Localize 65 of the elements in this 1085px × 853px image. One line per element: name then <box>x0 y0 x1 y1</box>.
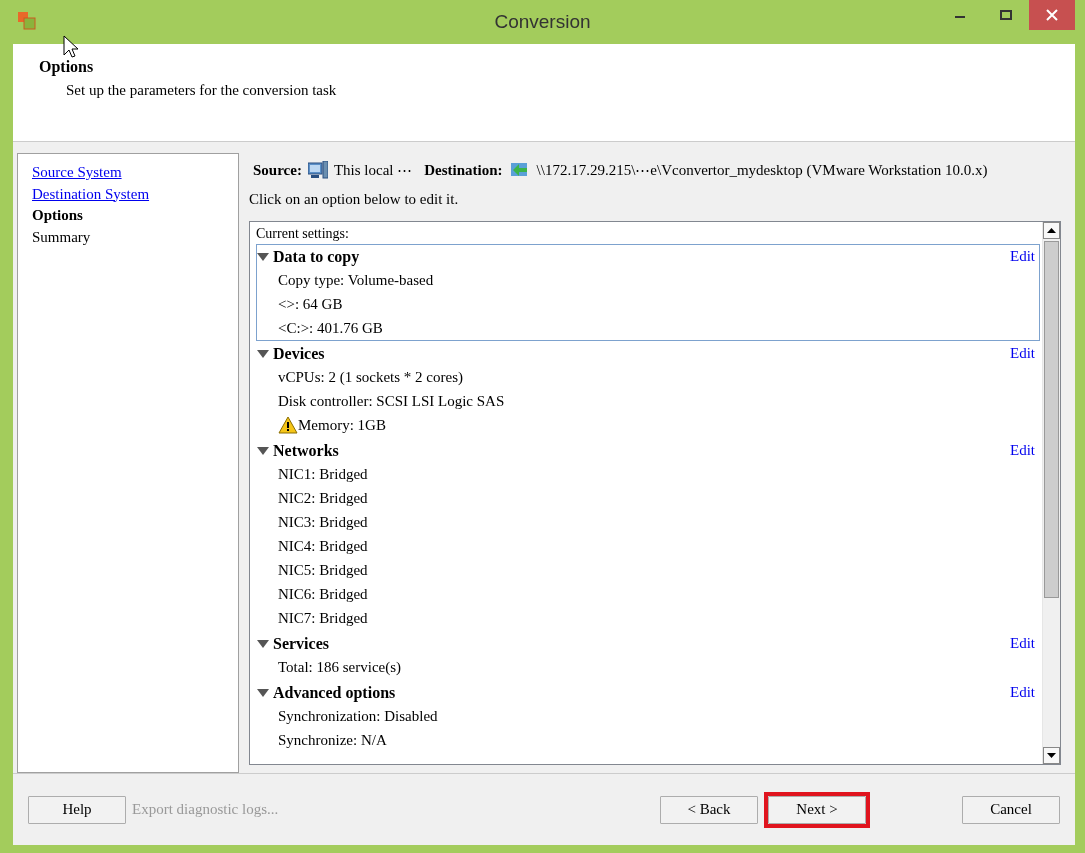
next-button[interactable]: Next > <box>768 795 866 824</box>
setting-value: Synchronization: Disabled <box>278 707 438 725</box>
setting-value: Disk controller: SCSI LSI Logic SAS <box>278 392 505 410</box>
setting-value: Memory: 1GB <box>298 416 386 434</box>
help-button[interactable]: Help <box>28 795 126 824</box>
section-title: Advanced options <box>273 683 396 702</box>
close-icon <box>1046 9 1058 21</box>
scroll-up-button[interactable] <box>1043 222 1060 239</box>
setting-value: NIC3: Bridged <box>278 513 368 531</box>
setting-value: NIC2: Bridged <box>278 489 368 507</box>
scroll-down-button[interactable] <box>1043 747 1060 764</box>
hint-text: Click on an option below to edit it. <box>249 191 460 208</box>
destination-label: Destination: <box>424 161 503 179</box>
nav-step[interactable]: Summary <box>32 226 91 248</box>
settings-section[interactable]: Devices Edit vCPUs: 2 (1 sockets * 2 cores) Disk controller: SCSI LSI Logic SAS Memory: 1GB <box>256 341 1040 438</box>
settings-section[interactable]: Networks Edit NIC1: Bridged NIC2: Bridged NIC3: Bridged NIC4: Bridged NIC5: Bridged NIC6: Bridged NIC7: Bridged <box>256 438 1040 631</box>
edit-link[interactable]: Edit <box>1010 345 1035 362</box>
expand-triangle-icon[interactable] <box>257 446 269 455</box>
setting-value: NIC6: Bridged <box>278 585 368 603</box>
setting-value: <C:>: 401.76 GB <box>278 319 383 337</box>
nav-step[interactable]: Source System <box>32 162 122 184</box>
cancel-button[interactable]: Cancel <box>962 795 1060 824</box>
app-icon <box>18 12 36 30</box>
destination-value: \\172.17.29.215\⋯e\Vconvertor_mydesktop (VMware Workstation 10.0.x) <box>536 161 988 179</box>
source-label: Source: <box>253 161 302 179</box>
edit-link[interactable]: Edit <box>1010 442 1035 459</box>
setting-value: NIC4: Bridged <box>278 537 368 555</box>
page-subtitle: Set up the parameters for the conversion task <box>66 82 338 99</box>
list-caption: Current settings: <box>256 225 350 243</box>
up-arrow-icon <box>1047 228 1056 233</box>
settings-section[interactable]: Services Edit Total: 186 service(s) <box>256 631 1040 680</box>
edit-link[interactable]: Edit <box>1010 684 1035 701</box>
settings-section[interactable]: Advanced options Edit Synchronization: Disabled Synchronize: N/A <box>256 680 1040 753</box>
source-value: This local ⋯ <box>333 161 413 179</box>
page-title: Options <box>39 58 95 76</box>
section-title: Services <box>273 634 329 653</box>
nav-step[interactable]: Destination System <box>32 183 150 205</box>
down-arrow-icon <box>1047 753 1056 758</box>
setting-value: Copy type: Volume-based <box>278 271 434 289</box>
expand-triangle-icon[interactable] <box>257 688 269 697</box>
nav-step[interactable]: Options <box>32 205 83 227</box>
edit-link[interactable]: Edit <box>1010 248 1035 265</box>
expand-triangle-icon[interactable] <box>257 252 269 261</box>
setting-value: NIC7: Bridged <box>278 609 368 627</box>
warning-icon <box>278 416 298 434</box>
maximize-icon <box>1000 10 1012 20</box>
setting-value: <>: 64 GB <box>278 295 343 313</box>
settings-section[interactable]: Data to copy Edit Copy type: Volume-based <>: 64 GB <C:>: 401.76 GB <box>256 244 1040 341</box>
expand-triangle-icon[interactable] <box>257 639 269 648</box>
scrollbar[interactable] <box>1042 222 1060 764</box>
expand-triangle-icon[interactable] <box>257 349 269 358</box>
scroll-thumb[interactable] <box>1044 241 1059 598</box>
setting-value: Total: 186 service(s) <box>278 658 402 676</box>
setting-value: NIC1: Bridged <box>278 465 368 483</box>
close-button[interactable] <box>1029 0 1075 30</box>
setting-value: NIC5: Bridged <box>278 561 368 579</box>
section-title: Devices <box>273 344 325 363</box>
monitor-icon <box>307 161 328 179</box>
section-title: Networks <box>273 441 339 460</box>
setting-value: Synchronize: N/A <box>278 731 387 749</box>
back-button[interactable]: < Back <box>660 795 758 824</box>
window-title: Conversion <box>494 11 591 33</box>
setting-value: vCPUs: 2 (1 sockets * 2 cores) <box>278 368 463 386</box>
edit-link[interactable]: Edit <box>1010 635 1035 652</box>
section-title: Data to copy <box>273 247 360 266</box>
